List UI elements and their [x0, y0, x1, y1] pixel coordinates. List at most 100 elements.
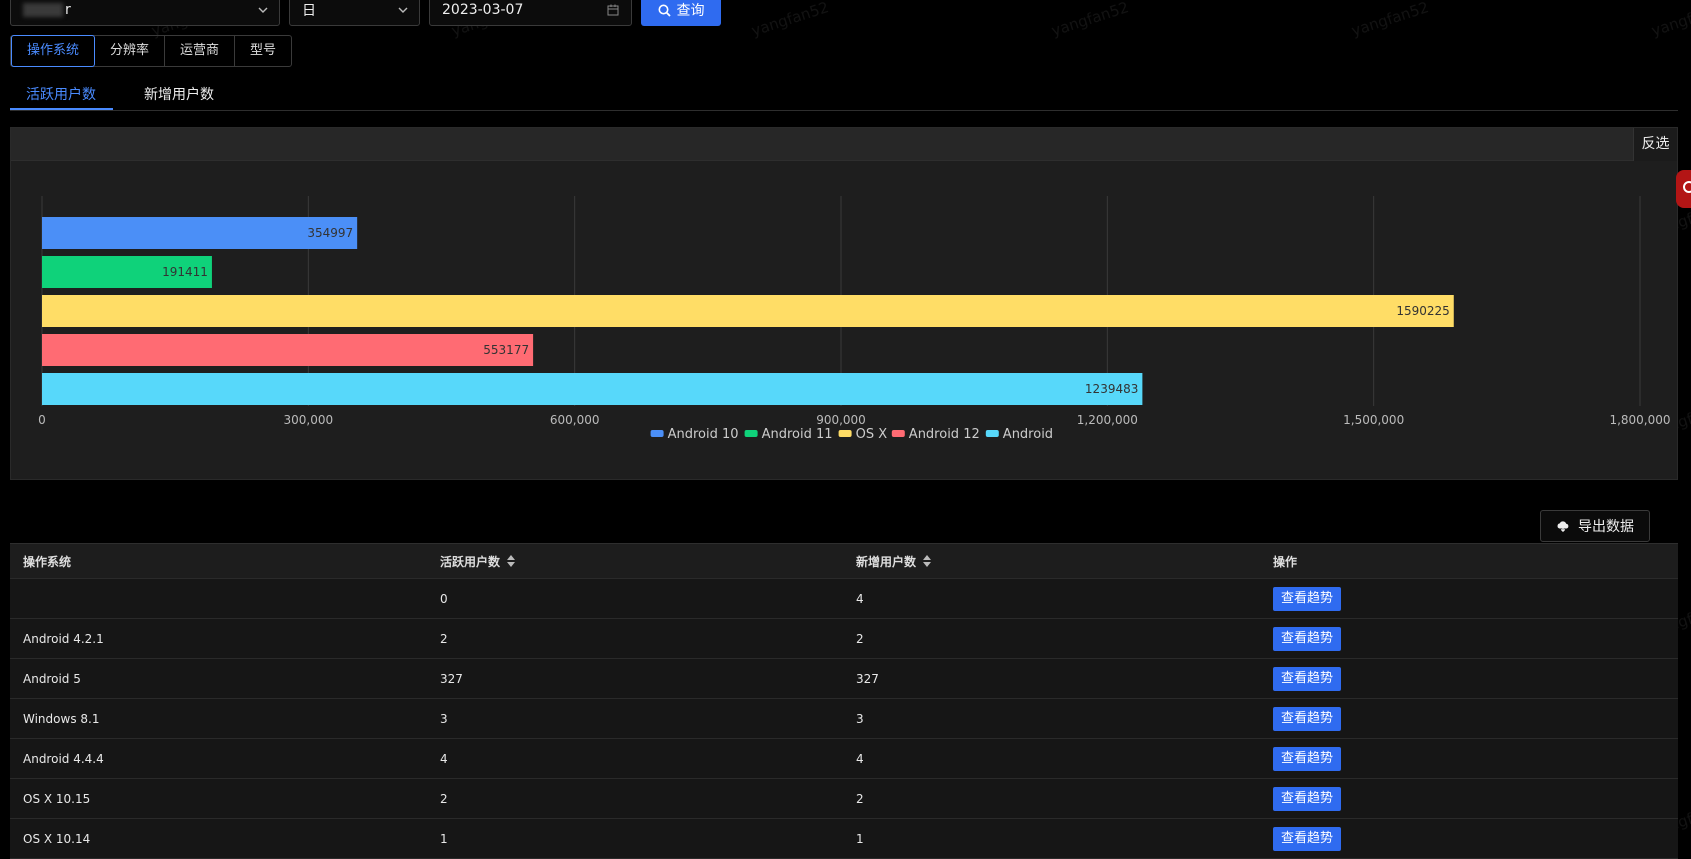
column-header-os-label: 操作系统 [23, 554, 72, 569]
cell-os: Windows 8.1 [23, 711, 100, 726]
bar-value-label: 1590225 [1396, 304, 1449, 318]
cell-action: 查看趋势 [1273, 819, 1342, 858]
table-row: Android 4.4.4 4 4 查看趋势 [10, 739, 1678, 779]
bar-value-label: 1239483 [1085, 382, 1138, 396]
cell-os: Android 5 [23, 671, 81, 686]
cell-os: OS X 10.15 [23, 791, 91, 806]
dimension-tab-resolution[interactable]: 分辨率 [95, 36, 166, 66]
watermark-text: yangfan52 [1049, 0, 1131, 40]
table-body: 0 4 查看趋势 Android 4.2.1 2 2 查看趋势 Android 5 327 327… [10, 579, 1678, 859]
sort-icon[interactable] [507, 555, 516, 567]
cloud-download-icon [1557, 521, 1569, 532]
table-row: Windows 8.1 3 3 查看趋势 [10, 699, 1678, 739]
period-select[interactable]: 日 [289, 0, 420, 26]
query-button[interactable]: 查询 [641, 0, 721, 26]
table-row: OS X 10.14 1 1 查看趋势 [10, 819, 1678, 859]
cell-action: 查看趋势 [1273, 779, 1342, 818]
view-trend-button[interactable]: 查看趋势 [1273, 626, 1342, 651]
data-table: 操作系统 活跃用户数 新增用户数 操作 0 4 查看趋势 Android 4.2.1 2… [10, 543, 1678, 859]
column-header-active-users-label: 活跃用户数 [440, 554, 501, 569]
legend-item-label: Android 12 [909, 427, 980, 442]
cell-action: 查看趋势 [1273, 579, 1342, 618]
cell-action: 查看趋势 [1273, 739, 1342, 778]
cell-new-users: 4 [856, 751, 864, 766]
active-tab-indicator [10, 108, 113, 110]
legend-swatch [650, 430, 664, 437]
cell-new-users: 327 [856, 671, 879, 686]
x-tick-label: 1,200,000 [1077, 413, 1138, 427]
x-tick-label: 300,000 [284, 413, 334, 427]
tab-active-users[interactable]: 活跃用户数 [26, 84, 96, 104]
bar-android-12 [42, 334, 534, 366]
watermark-text: yangfan52 [1349, 0, 1431, 40]
search-icon [658, 4, 671, 17]
cell-action: 查看趋势 [1273, 619, 1342, 658]
cell-active-users: 0 [440, 591, 448, 606]
cell-action: 查看趋势 [1273, 699, 1342, 738]
period-select-value: 日 [302, 3, 316, 19]
chart-panel: 反选 0 300,000 600,000 900,000 1,200,000 1,500,… [10, 127, 1678, 480]
app-select[interactable]: r [10, 0, 280, 26]
metric-tabs: 活跃用户数 新增用户数 [10, 80, 1678, 111]
legend-swatch [891, 430, 905, 437]
export-data-button[interactable]: 导出数据 [1540, 510, 1650, 542]
bar-value-label: 553177 [483, 343, 529, 357]
legend-item-label: Android 10 [668, 427, 739, 442]
cell-active-users: 327 [440, 671, 463, 686]
dimension-tab-os[interactable]: 操作系统 [11, 35, 96, 67]
query-button-label: 查询 [676, 3, 705, 19]
legend-item-label: Android 11 [762, 427, 833, 442]
sort-icon[interactable] [923, 555, 932, 567]
cell-os: Android 4.2.1 [23, 631, 104, 646]
x-tick-label: 1,500,000 [1343, 413, 1404, 427]
bar-os-x [42, 295, 1454, 327]
date-value: 2023-03-07 [442, 2, 524, 18]
column-header-active-users[interactable]: 活跃用户数 [440, 544, 516, 578]
x-tick-label: 900,000 [816, 413, 866, 427]
chevron-down-icon [398, 7, 408, 13]
view-trend-button[interactable]: 查看趋势 [1273, 666, 1342, 691]
column-header-new-users[interactable]: 新增用户数 [856, 544, 932, 578]
cell-active-users: 1 [440, 831, 448, 846]
cell-active-users: 4 [440, 751, 448, 766]
cell-new-users: 2 [856, 791, 864, 806]
x-tick-label: 600,000 [550, 413, 600, 427]
app-select-value: r [65, 2, 71, 18]
column-header-action: 操作 [1273, 544, 1297, 578]
chevron-down-icon [258, 7, 268, 13]
cell-action: 查看趋势 [1273, 659, 1342, 698]
table-row: OS X 10.15 2 2 查看趋势 [10, 779, 1678, 819]
cell-active-users: 2 [440, 791, 448, 806]
cell-active-users: 3 [440, 711, 448, 726]
view-trend-button[interactable]: 查看趋势 [1273, 706, 1342, 731]
legend-item-label: Android [1003, 427, 1053, 442]
export-data-label: 导出数据 [1578, 519, 1634, 535]
legend-swatch [838, 430, 852, 437]
cell-os: Android 4.4.4 [23, 751, 104, 766]
blurred-app-name [23, 3, 63, 17]
watermark-text: yangfan52 [1649, 0, 1691, 40]
bar-value-label: 354997 [307, 226, 353, 240]
legend-swatch [744, 430, 758, 437]
feedback-side-tab[interactable] [1676, 170, 1691, 208]
x-tick-label: 1,800,000 [1609, 413, 1670, 427]
legend-item-label: OS X [856, 427, 888, 442]
x-tick-label: 0 [38, 413, 46, 427]
bar-value-label: 191411 [162, 265, 208, 279]
view-trend-button[interactable]: 查看趋势 [1273, 746, 1342, 771]
cell-os: OS X 10.14 [23, 831, 91, 846]
view-trend-button[interactable]: 查看趋势 [1273, 586, 1342, 611]
cell-new-users: 4 [856, 591, 864, 606]
tab-new-users[interactable]: 新增用户数 [144, 84, 214, 104]
view-trend-button[interactable]: 查看趋势 [1273, 826, 1342, 851]
cell-new-users: 3 [856, 711, 864, 726]
table-row: Android 4.2.1 2 2 查看趋势 [10, 619, 1678, 659]
dimension-tabs: 操作系统 分辨率 运营商 型号 [10, 35, 293, 67]
column-header-action-label: 操作 [1273, 554, 1298, 569]
cell-new-users: 1 [856, 831, 864, 846]
dimension-tab-model[interactable]: 型号 [235, 36, 291, 66]
date-picker[interactable]: 2023-03-07 [429, 0, 632, 26]
view-trend-button[interactable]: 查看趋势 [1273, 786, 1342, 811]
watermark-text: yangfan52 [749, 0, 831, 40]
dimension-tab-carrier[interactable]: 运营商 [165, 36, 236, 66]
